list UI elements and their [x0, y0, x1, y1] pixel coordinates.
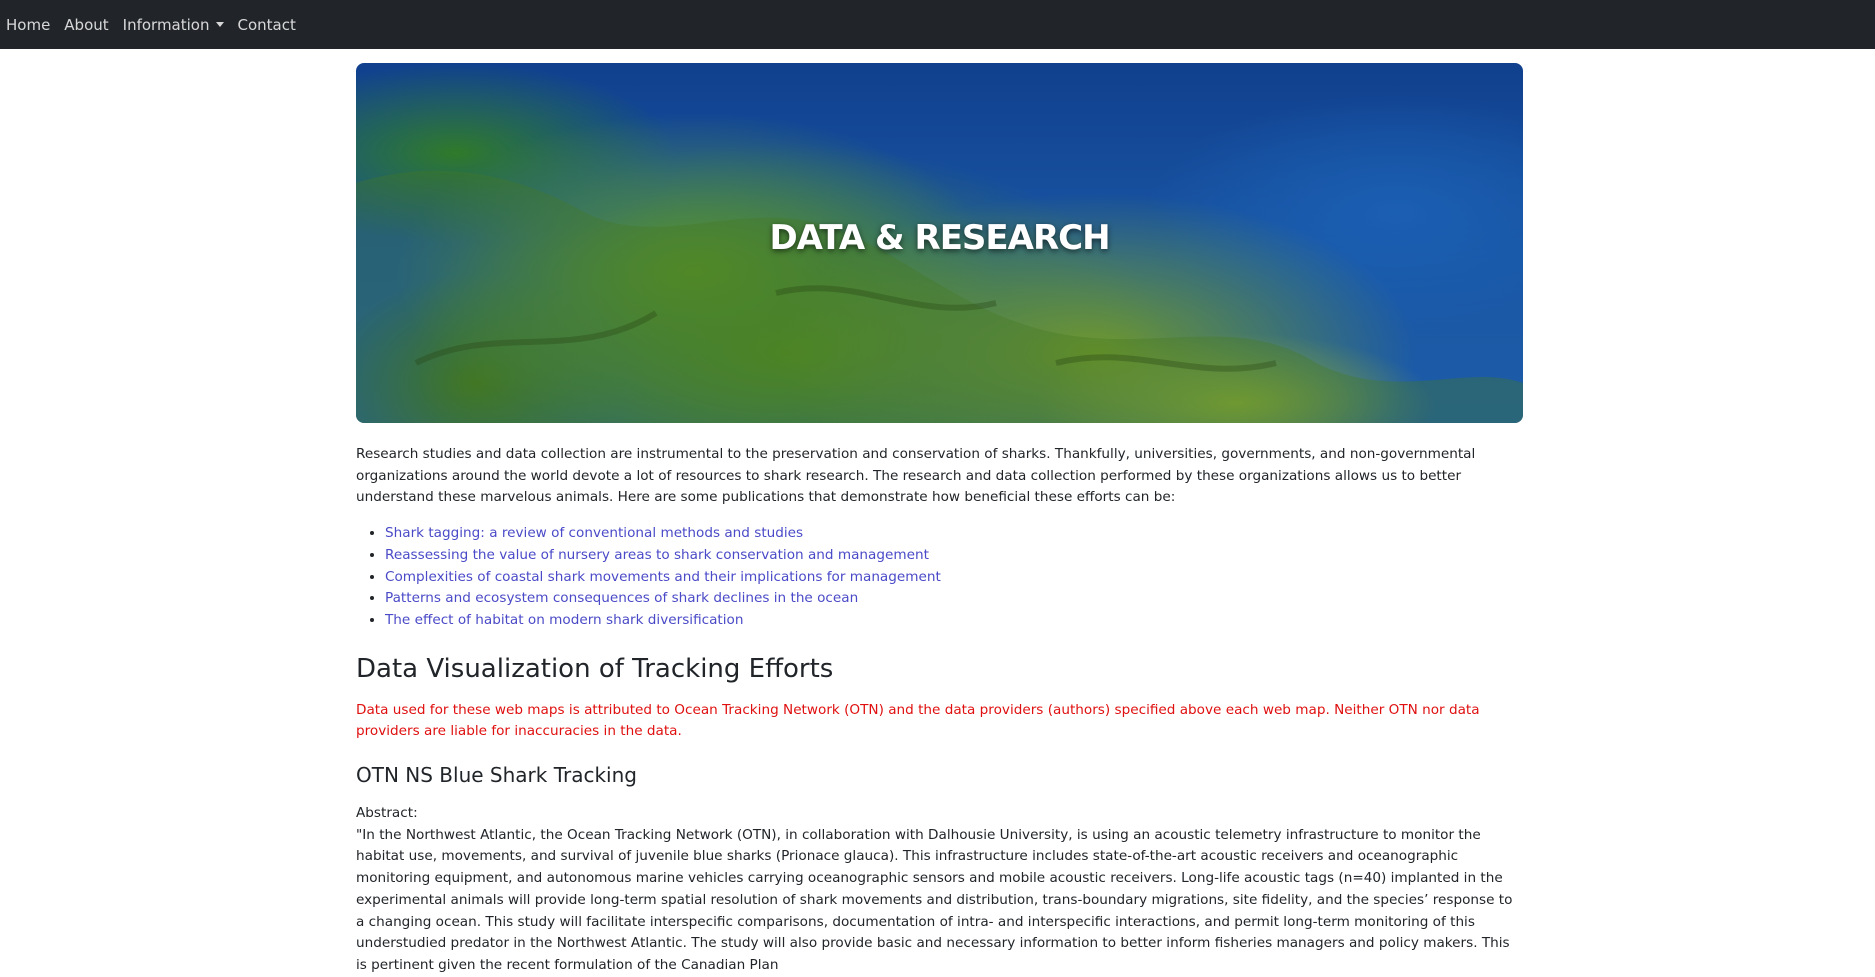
abstract-text: "In the Northwest Atlantic, the Ocean Tr… [356, 826, 1513, 973]
list-item: The effect of habitat on modern shark di… [385, 610, 1523, 632]
nav-about-link[interactable]: About [64, 16, 108, 34]
nav-home-link[interactable]: Home [6, 16, 50, 34]
chevron-down-icon [215, 22, 224, 27]
nav-contact-link[interactable]: Contact [238, 16, 296, 34]
top-navbar: Home About Information Contact [0, 0, 1875, 49]
abstract-label: Abstract: [356, 805, 418, 822]
publication-link[interactable]: Reassessing the value of nursery areas t… [385, 547, 929, 563]
section-title: Data Visualization of Tracking Efforts [356, 653, 834, 684]
main-content: DATA & RESEARCH Research studies and dat… [356, 63, 1523, 977]
otn-section-title: OTN NS Blue Shark Tracking [356, 763, 637, 788]
list-item: Reassessing the value of nursery areas t… [385, 545, 1523, 567]
hero-title: DATA & RESEARCH [769, 218, 1110, 258]
publication-link[interactable]: Complexities of coastal shark movements … [385, 569, 941, 585]
publication-link[interactable]: The effect of habitat on modern shark di… [385, 612, 743, 628]
coastline-shape [356, 170, 1523, 423]
publication-link[interactable]: Shark tagging: a review of conventional … [385, 525, 803, 541]
list-item: Patterns and ecosystem consequences of s… [385, 588, 1523, 610]
intro-paragraph: Research studies and data collection are… [356, 446, 1476, 506]
hero-banner: DATA & RESEARCH [356, 63, 1523, 423]
nav-information-label: Information [122, 15, 210, 34]
nav-information-dropdown[interactable]: Information [123, 16, 224, 34]
data-disclaimer: Data used for these web maps is attribut… [356, 701, 1480, 740]
publication-list: Shark tagging: a review of conventional … [356, 523, 1523, 632]
list-item: Shark tagging: a review of conventional … [385, 523, 1523, 545]
publication-link[interactable]: Patterns and ecosystem consequences of s… [385, 590, 858, 606]
list-item: Complexities of coastal shark movements … [385, 567, 1523, 589]
